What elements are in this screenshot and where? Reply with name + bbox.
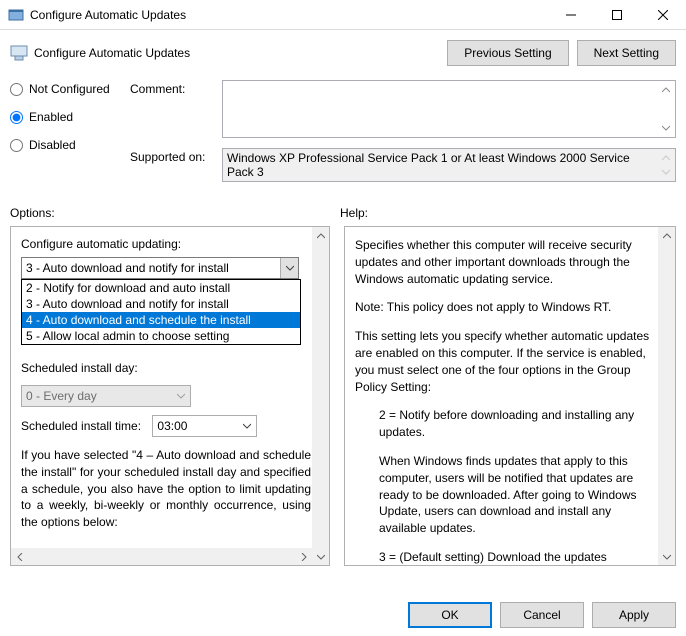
config-updating-dropdown: 2 - Notify for download and auto install… — [21, 279, 301, 345]
chevron-down-icon[interactable] — [658, 548, 675, 565]
chevron-down-icon[interactable] — [280, 258, 298, 278]
scrollbar-track[interactable] — [312, 244, 329, 548]
help-paragraph: When Windows finds updates that apply to… — [355, 453, 657, 537]
titlebar: Configure Automatic Updates — [0, 0, 686, 30]
close-button[interactable] — [640, 0, 686, 30]
maximize-button[interactable] — [594, 0, 640, 30]
cancel-button[interactable]: Cancel — [500, 602, 584, 628]
help-text: Specifies whether this computer will rec… — [355, 237, 657, 566]
help-heading: Help: — [340, 206, 676, 220]
config-updating-label: Configure automatic updating: — [21, 237, 311, 251]
chevron-down-icon — [174, 386, 188, 406]
chevron-left-icon[interactable] — [11, 548, 28, 565]
chevron-up-icon[interactable] — [659, 151, 673, 165]
window-title: Configure Automatic Updates — [30, 8, 548, 22]
comment-input[interactable] — [222, 80, 676, 138]
chevron-down-icon[interactable] — [659, 165, 673, 179]
chevron-down-icon[interactable] — [240, 416, 254, 436]
state-radio-group: Not Configured Enabled Disabled — [10, 80, 130, 192]
radio-disabled-input[interactable] — [10, 139, 23, 152]
next-setting-button[interactable]: Next Setting — [577, 40, 676, 66]
scheduled-time-combo[interactable]: 03:00 — [152, 415, 257, 437]
dropdown-item[interactable]: 3 - Auto download and notify for install — [22, 296, 300, 312]
radio-enabled[interactable]: Enabled — [10, 110, 130, 124]
apply-button[interactable]: Apply — [592, 602, 676, 628]
dropdown-item[interactable]: 2 - Notify for download and auto install — [22, 280, 300, 296]
scheduled-day-combo[interactable]: 0 - Every day — [21, 385, 191, 407]
help-paragraph: Specifies whether this computer will rec… — [355, 237, 657, 287]
chevron-up-icon[interactable] — [312, 227, 329, 244]
help-paragraph: 2 = Notify before downloading and instal… — [355, 407, 657, 441]
chevron-up-icon[interactable] — [659, 83, 673, 97]
header: Configure Automatic Updates Previous Set… — [0, 30, 686, 80]
scrollbar-track[interactable] — [28, 548, 295, 565]
comment-label: Comment: — [130, 80, 222, 138]
supported-on-value: Windows XP Professional Service Pack 1 o… — [222, 148, 676, 182]
options-heading: Options: — [10, 206, 340, 220]
policy-icon — [10, 44, 28, 62]
dropdown-item[interactable]: 5 - Allow local admin to choose setting — [22, 328, 300, 344]
combo-value: 03:00 — [157, 419, 187, 433]
vertical-scrollbar[interactable] — [312, 227, 329, 565]
chevron-up-icon[interactable] — [658, 227, 675, 244]
options-panel: Configure automatic updating: 3 - Auto d… — [10, 226, 330, 566]
vertical-scrollbar[interactable] — [658, 227, 675, 565]
chevron-right-icon[interactable] — [295, 548, 312, 565]
minimize-button[interactable] — [548, 0, 594, 30]
chevron-down-icon[interactable] — [312, 548, 329, 565]
chevron-down-icon[interactable] — [659, 121, 673, 135]
radio-enabled-input[interactable] — [10, 111, 23, 124]
radio-label: Enabled — [29, 110, 73, 124]
ok-button[interactable]: OK — [408, 602, 492, 628]
supported-label: Supported on: — [130, 148, 222, 182]
help-paragraph: This setting lets you specify whether au… — [355, 328, 657, 395]
config-updating-combo[interactable]: 3 - Auto download and notify for install… — [21, 257, 299, 279]
help-paragraph: 3 = (Default setting) Download the updat… — [355, 549, 657, 566]
horizontal-scrollbar[interactable] — [11, 548, 312, 565]
dropdown-item[interactable]: 4 - Auto download and schedule the insta… — [22, 312, 300, 328]
radio-not-configured-input[interactable] — [10, 83, 23, 96]
scrollbar-track[interactable] — [658, 244, 675, 548]
radio-label: Not Configured — [29, 82, 110, 96]
options-hint-text: If you have selected "4 – Auto download … — [21, 447, 311, 531]
previous-setting-button[interactable]: Previous Setting — [447, 40, 568, 66]
app-icon — [8, 7, 24, 23]
policy-title: Configure Automatic Updates — [34, 46, 439, 60]
dialog-footer: OK Cancel Apply — [0, 594, 686, 636]
radio-disabled[interactable]: Disabled — [10, 138, 130, 152]
combo-value: 3 - Auto download and notify for install — [26, 261, 229, 275]
combo-value: 0 - Every day — [26, 389, 97, 403]
scheduled-time-label: Scheduled install time: — [21, 419, 141, 433]
help-paragraph: Note: This policy does not apply to Wind… — [355, 299, 657, 316]
radio-label: Disabled — [29, 138, 76, 152]
scheduled-day-label: Scheduled install day: — [21, 361, 311, 375]
radio-not-configured[interactable]: Not Configured — [10, 82, 130, 96]
help-panel: Specifies whether this computer will rec… — [344, 226, 676, 566]
